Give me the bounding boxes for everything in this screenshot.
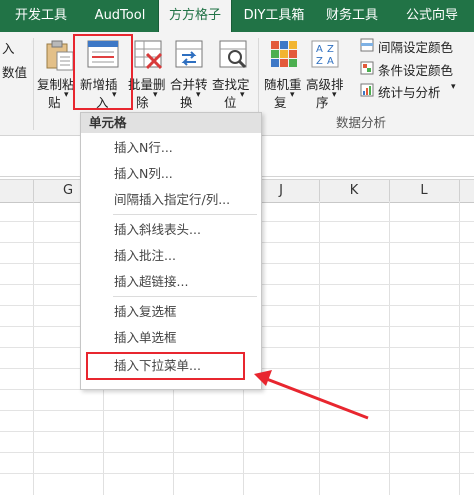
red-arrow-icon	[254, 370, 369, 420]
insert-dropdown-menu: 单元格 插入N行... 插入N列... 间隔插入指定行/列... 插入斜线表头.…	[80, 112, 262, 390]
tab-developer[interactable]: 开发工具	[0, 0, 82, 32]
batch-delete-icon	[134, 40, 163, 70]
menu-separator	[113, 296, 257, 297]
grid-line	[0, 473, 474, 474]
random-repeat-icon	[271, 41, 297, 67]
chevron-down-icon[interactable]: ▾	[240, 90, 245, 100]
grid-line	[459, 201, 460, 495]
svg-text:A: A	[327, 56, 334, 67]
random-repeat-label-1[interactable]: 随机重	[264, 74, 302, 93]
column-header-k[interactable]: K	[319, 180, 390, 202]
advanced-sort-label-2[interactable]: 序	[316, 92, 329, 111]
menu-separator	[113, 214, 257, 215]
menu-item-insert-hyperlink[interactable]: 插入超链接...	[81, 269, 261, 295]
menu-item-insert-comment[interactable]: 插入批注...	[81, 243, 261, 269]
chevron-down-icon[interactable]: ▾	[153, 90, 158, 100]
interval-color-button[interactable]: 间隔设定颜色	[378, 37, 453, 56]
menu-item-insert-rows[interactable]: 插入N行...	[81, 135, 261, 161]
highlight-box-insert-button	[73, 34, 133, 110]
highlight-box-dropdown-item	[86, 352, 245, 380]
menu-item-insert-radio[interactable]: 插入单选框	[81, 325, 261, 351]
column-header-l[interactable]: L	[389, 180, 460, 202]
menu-item-insert-checkbox[interactable]: 插入复选框	[81, 299, 261, 325]
grid-line	[0, 431, 474, 432]
grid-line	[0, 452, 474, 453]
column-header-blank	[0, 180, 34, 202]
tab-fangfang-gezi[interactable]: 方方格子	[158, 0, 232, 32]
chevron-down-icon[interactable]: ▾	[332, 90, 337, 100]
ribbon-separator	[33, 38, 34, 130]
grid-line	[389, 201, 390, 495]
copy-paste-icon	[46, 40, 74, 71]
grid-line	[319, 201, 320, 495]
advanced-sort-label-1[interactable]: 高级排	[306, 74, 344, 93]
menu-item-interval-insert[interactable]: 间隔插入指定行/列...	[81, 187, 261, 213]
tab-formula-wizard[interactable]: 公式向导	[390, 0, 474, 32]
batch-delete-label-1[interactable]: 批量删	[128, 74, 166, 93]
merge-convert-icon	[175, 40, 203, 68]
chevron-down-icon[interactable]: ▾	[451, 82, 456, 92]
copy-paste-label-2[interactable]: 贴	[48, 92, 61, 111]
chevron-down-icon[interactable]: ▾	[290, 90, 295, 100]
condition-color-icon	[360, 61, 374, 75]
menu-section-header: 单元格	[81, 113, 261, 133]
batch-delete-label-2[interactable]: 除	[136, 92, 149, 111]
insert-partial-label[interactable]: 入	[2, 38, 15, 57]
find-locate-icon	[219, 40, 247, 69]
statistics-icon	[360, 83, 374, 97]
value-partial-label[interactable]: 数值	[2, 62, 27, 81]
merge-convert-label-2[interactable]: 换	[180, 92, 193, 111]
menu-item-insert-columns[interactable]: 插入N列...	[81, 161, 261, 187]
svg-text:Z: Z	[316, 56, 323, 67]
interval-color-icon	[360, 38, 374, 52]
random-repeat-label-2[interactable]: 复	[274, 92, 287, 111]
ribbon-tab-bar: 开发工具 AudTool 方方格子 DIY工具箱 财务工具 公式向导	[0, 0, 474, 32]
merge-convert-label-1[interactable]: 合并转	[170, 74, 208, 93]
condition-color-button[interactable]: 条件设定颜色	[378, 60, 453, 79]
tab-finance-tools[interactable]: 财务工具	[316, 0, 388, 32]
grid-line	[0, 410, 474, 411]
svg-text:Z: Z	[327, 44, 334, 55]
grid-line	[33, 201, 34, 495]
sort-az-icon: A Z Z A	[311, 40, 339, 68]
menu-item-diagonal-header[interactable]: 插入斜线表头...	[81, 217, 261, 243]
tab-diy-toolbox[interactable]: DIY工具箱	[232, 0, 316, 32]
chevron-down-icon[interactable]: ▾	[196, 90, 201, 100]
chevron-down-icon[interactable]: ▾	[64, 90, 69, 100]
find-locate-label-2[interactable]: 位	[224, 92, 237, 111]
group-label-data-analysis: 数据分析	[336, 115, 387, 130]
tab-audtool[interactable]: AudTool	[82, 0, 158, 32]
statistics-analysis-button[interactable]: 统计与分析	[378, 82, 441, 101]
svg-text:A: A	[316, 44, 323, 55]
